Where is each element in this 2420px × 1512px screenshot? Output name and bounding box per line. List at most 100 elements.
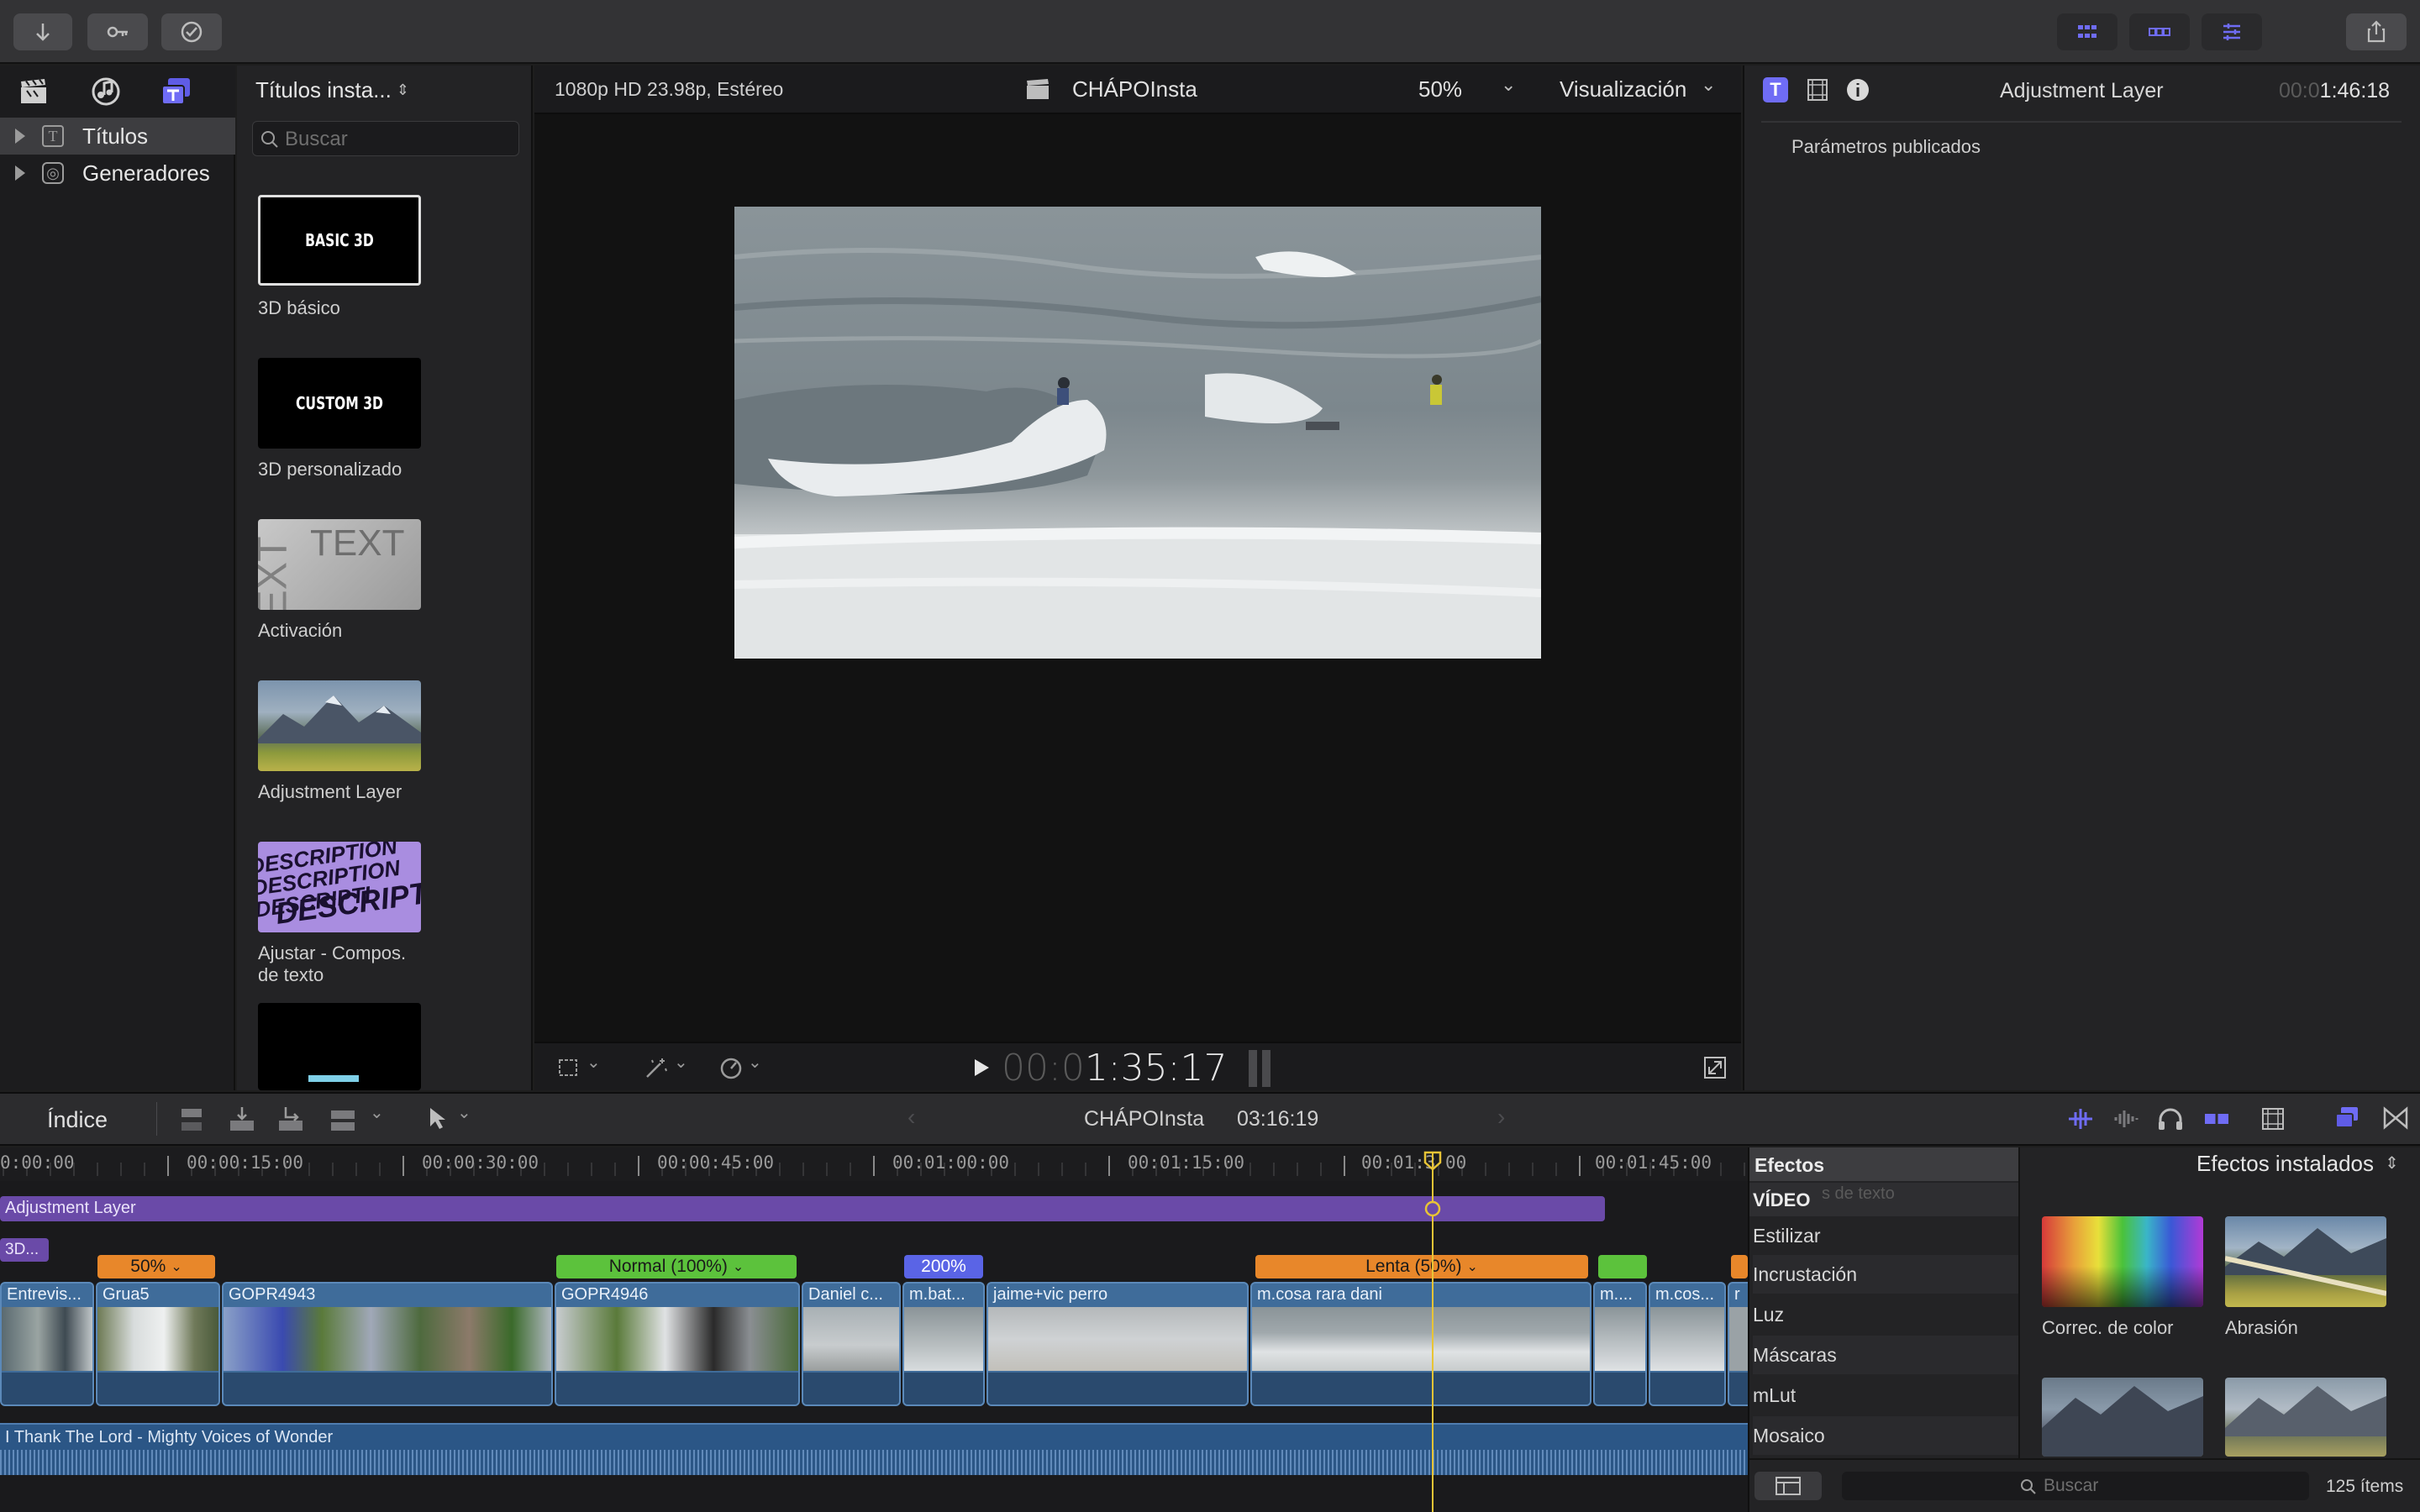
effects-category-mascaras[interactable]: Máscaras xyxy=(1753,1336,2018,1374)
chevron-down-icon[interactable]: ⌄ xyxy=(1701,74,1716,96)
video-clip[interactable]: GOPR4943 xyxy=(222,1282,553,1406)
duration-dim-part: 00:0 xyxy=(2279,79,2320,102)
clip-appearance-icon[interactable] xyxy=(2260,1105,2286,1132)
sidebar-toggle-button[interactable] xyxy=(1754,1472,1822,1500)
clip-filmstrip xyxy=(556,1307,798,1371)
sidebar-item-generadores[interactable]: ◎ Generadores xyxy=(0,155,235,192)
speed-tag[interactable]: 200% xyxy=(904,1255,983,1278)
video-clip[interactable]: GOPR4946 xyxy=(555,1282,800,1406)
select-tool-arrow-icon[interactable] xyxy=(427,1105,449,1131)
video-clip[interactable]: m.... xyxy=(1593,1282,1647,1406)
effects-category-mosaico[interactable]: Mosaico xyxy=(1753,1416,2018,1455)
titles-icon[interactable] xyxy=(160,76,193,108)
effect-thumb-color-correction[interactable] xyxy=(2042,1216,2203,1307)
timeline-index-button[interactable]: Índice xyxy=(47,1107,108,1133)
share-button[interactable] xyxy=(2346,13,2407,50)
title-thumb-custom-3d[interactable]: CUSTOM 3D xyxy=(258,358,421,449)
chevron-down-icon[interactable]: ⌄ xyxy=(1501,74,1516,96)
speed-tag[interactable]: Lenta (50%) ⌄ xyxy=(1255,1255,1588,1278)
insert-clip-icon[interactable] xyxy=(227,1104,257,1134)
overwrite-clip-icon[interactable] xyxy=(328,1104,358,1134)
background-tasks-button[interactable] xyxy=(161,13,222,50)
effects-category-estilizar[interactable]: Estilizar xyxy=(1753,1216,2018,1255)
forward-arrow-icon[interactable]: › xyxy=(1497,1104,1505,1131)
title-thumb-activacion[interactable]: TEXT EXT xyxy=(258,519,421,610)
title-thumb-basic-3d[interactable]: BASIC 3D xyxy=(258,195,421,286)
chevron-down-icon[interactable]: ⌄ xyxy=(587,1052,601,1073)
title-thumb-next[interactable] xyxy=(258,1003,421,1090)
title-thumb-adjustment-layer[interactable] xyxy=(258,680,421,771)
effects-category-incrustacion[interactable]: Incrustación xyxy=(1753,1255,2018,1294)
browser-toggle-button[interactable] xyxy=(2057,13,2118,50)
keywords-button[interactable] xyxy=(87,13,148,50)
chevron-down-icon[interactable]: ⌄ xyxy=(748,1052,762,1073)
chevron-down-icon[interactable]: ⌄ xyxy=(674,1052,688,1073)
info-icon[interactable] xyxy=(1845,77,1870,102)
chevron-down-icon[interactable]: ⌄ xyxy=(171,1258,182,1275)
import-button[interactable] xyxy=(13,13,72,50)
disclosure-triangle-icon[interactable] xyxy=(15,129,25,144)
browser-search-field[interactable]: Buscar xyxy=(252,121,519,156)
effects-browser-icon[interactable] xyxy=(2333,1104,2361,1132)
video-clip[interactable]: m.cosa rara dani xyxy=(1250,1282,1591,1406)
speed-tag[interactable] xyxy=(1598,1255,1647,1278)
title-thumb-ajustar-compos[interactable]: DESCRIPTION DESCRIPTION DESCRIPTI DESCRIPT… xyxy=(258,842,421,932)
effect-thumb-4[interactable] xyxy=(2225,1378,2386,1457)
keyframe-marker-icon[interactable] xyxy=(1423,1200,1442,1218)
video-clip[interactable]: m.cos... xyxy=(1649,1282,1726,1406)
chevron-down-icon[interactable]: ⌄ xyxy=(1467,1258,1478,1275)
effect-thumb-abrasion[interactable] xyxy=(2225,1216,2386,1307)
video-clip[interactable]: Grua5 xyxy=(96,1282,220,1406)
effects-installed-dropdown[interactable]: Efectos instalados xyxy=(2196,1151,2374,1177)
snapping-icon[interactable] xyxy=(2202,1105,2232,1132)
video-inspector-tab-icon[interactable] xyxy=(1805,77,1830,102)
adjustment-layer-clip[interactable]: Adjustment Layer xyxy=(0,1196,1605,1221)
effect-thumb-3[interactable] xyxy=(2042,1378,2203,1457)
music-audio-clip[interactable]: I Thank The Lord - Mighty Voices of Wond… xyxy=(0,1423,1748,1475)
timeline-toggle-button[interactable] xyxy=(2129,13,2190,50)
clip-name: Entrevis... xyxy=(7,1285,82,1304)
effects-category-mlut[interactable]: mLut xyxy=(1753,1376,2018,1415)
video-clip[interactable]: Entrevis... xyxy=(0,1282,94,1406)
sidebar-item-titulos[interactable]: T Títulos xyxy=(0,118,235,155)
inspector-toggle-button[interactable] xyxy=(2202,13,2262,50)
speed-tag[interactable]: Normal (100%) ⌄ xyxy=(556,1255,797,1278)
speed-tag[interactable]: 50% ⌄ xyxy=(97,1255,215,1278)
video-clip[interactable]: m.bat... xyxy=(902,1282,985,1406)
clip-name: r xyxy=(1734,1285,1740,1304)
connect-clip-icon[interactable] xyxy=(176,1104,207,1134)
browser-category-dropdown[interactable]: Títulos insta... ⇕ xyxy=(255,77,409,103)
video-clip[interactable]: jaime+vic perro xyxy=(986,1282,1249,1406)
audio-waveform-icon[interactable] xyxy=(2111,1105,2141,1132)
transitions-browser-icon[interactable] xyxy=(2381,1104,2410,1132)
speed-tag[interactable] xyxy=(1731,1255,1748,1278)
back-arrow-icon[interactable]: ‹ xyxy=(908,1104,915,1131)
effects-search-field[interactable]: Buscar xyxy=(1842,1472,2309,1500)
playhead-handle-icon[interactable] xyxy=(1423,1151,1442,1171)
effects-category-luz[interactable]: Luz xyxy=(1753,1295,2018,1334)
chevron-down-icon[interactable]: ⌄ xyxy=(457,1102,471,1123)
ruler-label: 00:00:30:00 xyxy=(422,1152,539,1173)
headphones-icon[interactable] xyxy=(2156,1105,2185,1132)
video-clip[interactable]: Daniel c... xyxy=(802,1282,901,1406)
effects-header-row[interactable]: Efectos xyxy=(1749,1147,2018,1181)
disclosure-triangle-icon[interactable] xyxy=(15,165,25,181)
title-clip-chip[interactable]: 3D... xyxy=(0,1238,49,1262)
play-icon[interactable] xyxy=(971,1057,992,1079)
retime-speed-icon[interactable] xyxy=(718,1055,744,1080)
chevron-down-icon[interactable]: ⌄ xyxy=(733,1258,744,1275)
updown-chevron-icon[interactable]: ⇕ xyxy=(2385,1152,2399,1173)
viewer-view-menu[interactable]: Visualización xyxy=(1560,76,1686,102)
viewer-video-frame[interactable] xyxy=(734,207,1541,659)
transform-tool-icon[interactable] xyxy=(556,1056,583,1079)
append-clip-icon[interactable] xyxy=(276,1104,306,1134)
viewer-zoom-menu[interactable]: 50% xyxy=(1418,76,1462,102)
enhancements-wand-icon[interactable] xyxy=(642,1055,671,1080)
inspector-divider xyxy=(1761,121,2402,123)
video-waveform-icon[interactable] xyxy=(2065,1105,2096,1132)
fullscreen-icon[interactable] xyxy=(1702,1055,1728,1080)
title-inspector-tab-icon[interactable]: T xyxy=(1763,77,1788,102)
clapper-icon[interactable] xyxy=(18,77,49,106)
music-icon[interactable] xyxy=(89,76,123,108)
chevron-down-icon[interactable]: ⌄ xyxy=(370,1102,384,1123)
